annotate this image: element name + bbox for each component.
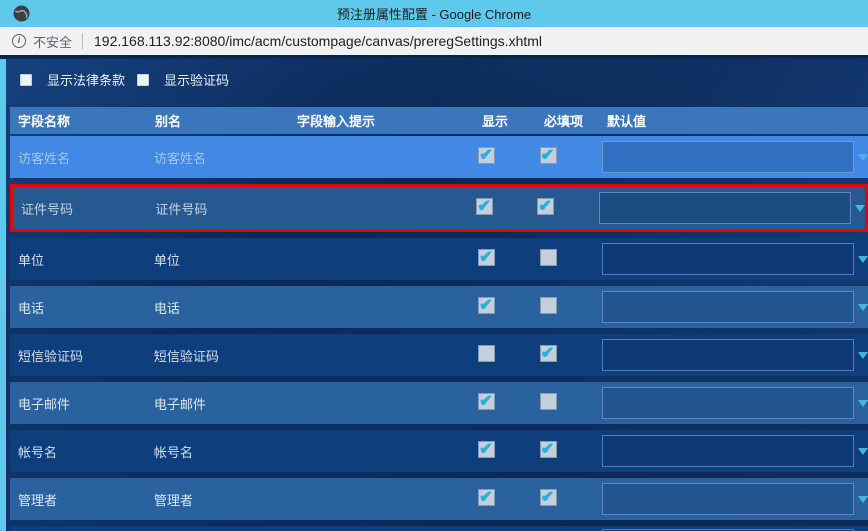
titlebar: 预注册属性配置 - Google Chrome <box>0 0 868 27</box>
checkbox-unchecked-icon[interactable] <box>20 73 32 86</box>
dropdown-arrow-icon[interactable] <box>857 447 868 455</box>
default-value-input[interactable] <box>599 192 851 224</box>
required-checkbox[interactable]: ✔ <box>539 441 557 458</box>
default-value-input[interactable] <box>601 339 854 371</box>
check-icon: ✔ <box>540 345 554 362</box>
required-checkbox[interactable]: ✔ <box>539 297 557 314</box>
header-cell-display: 显示 <box>482 114 509 129</box>
check-icon: ✔ <box>540 489 554 506</box>
info-icon[interactable]: i <box>12 34 26 48</box>
settings-table: 字段名称 别名 字段输入提示 显示 必填项 默认值 访客姓名 访客姓名 ✔ ✔ … <box>10 107 868 531</box>
cell-field-name: 电话 <box>18 300 45 316</box>
check-icon: ✔ <box>479 393 493 410</box>
cell-field-name: 短信验证码 <box>18 348 84 364</box>
security-label[interactable]: 不安全 <box>33 32 72 51</box>
check-icon: ✔ <box>477 198 491 215</box>
default-value-input[interactable] <box>601 291 854 323</box>
table-body: 访客姓名 访客姓名 ✔ ✔ 证件号码 证件号码 ✔ ✔ 单位 单位 ✔ 电话 电… <box>10 136 868 520</box>
check-icon: ✔ <box>479 249 493 266</box>
table-row[interactable]: 管理者 管理者 ✔ ✔ <box>10 478 868 520</box>
page: 显示法律条款 显示验证码 字段名称 别名 字段输入提示 显示 必填项 默认值 访… <box>0 59 868 531</box>
display-checkbox[interactable]: ✔ <box>478 441 496 458</box>
toolbar-checkbox-label: 显示法律条款 <box>47 73 126 88</box>
dropdown-arrow-icon[interactable] <box>857 351 868 359</box>
cell-alias: 电话 <box>153 300 180 316</box>
window-edge-strip <box>0 59 6 531</box>
check-icon: ✔ <box>479 489 493 506</box>
table-row[interactable]: 帐号名 帐号名 ✔ ✔ <box>10 430 868 472</box>
required-checkbox[interactable]: ✔ <box>539 393 557 410</box>
toolbar-checkbox-legal-terms[interactable]: 显示法律条款 <box>20 70 125 89</box>
check-icon: ✔ <box>479 297 493 314</box>
cell-field-name: 单位 <box>18 252 45 268</box>
chrome-globe-icon <box>13 5 30 22</box>
toolbar: 显示法律条款 显示验证码 <box>20 70 229 89</box>
dropdown-arrow-icon[interactable] <box>857 303 868 311</box>
header-cell-alias: 别名 <box>155 114 182 129</box>
required-checkbox[interactable]: ✔ <box>539 489 557 506</box>
check-icon: ✔ <box>538 198 552 215</box>
table-row[interactable]: 电子邮件 电子邮件 ✔ ✔ <box>10 382 868 424</box>
url-text[interactable]: 192.168.113.92:8080/imc/acm/custompage/c… <box>94 33 542 49</box>
address-bar[interactable]: i 不安全 192.168.113.92:8080/imc/acm/custom… <box>0 27 868 57</box>
default-value-input[interactable] <box>601 435 854 467</box>
dropdown-arrow-icon[interactable] <box>857 153 868 161</box>
display-checkbox[interactable]: ✔ <box>478 393 496 410</box>
cell-field-name: 访客姓名 <box>18 150 71 166</box>
check-icon: ✔ <box>540 147 554 164</box>
dropdown-arrow-icon[interactable] <box>857 255 868 263</box>
table-row[interactable]: 电话 电话 ✔ ✔ <box>10 286 868 328</box>
default-value-input[interactable] <box>601 387 854 419</box>
address-separator <box>82 33 84 49</box>
cell-alias: 单位 <box>153 252 180 268</box>
required-checkbox[interactable]: ✔ <box>539 345 557 362</box>
cell-alias: 管理者 <box>153 492 193 508</box>
cell-alias: 帐号名 <box>153 444 193 460</box>
cell-alias: 证件号码 <box>155 201 208 217</box>
cell-field-name: 电子邮件 <box>18 396 71 412</box>
required-checkbox[interactable]: ✔ <box>539 249 557 266</box>
header-cell-field-name: 字段名称 <box>18 114 71 129</box>
display-checkbox[interactable]: ✔ <box>476 198 494 215</box>
table-row[interactable]: 访客姓名 访客姓名 ✔ ✔ <box>10 136 868 178</box>
table-row-partial[interactable] <box>10 526 868 531</box>
required-checkbox[interactable]: ✔ <box>539 147 557 164</box>
table-row[interactable]: 短信验证码 短信验证码 ✔ ✔ <box>10 334 868 376</box>
table-row[interactable]: 单位 单位 ✔ ✔ <box>10 238 868 280</box>
cell-alias: 访客姓名 <box>153 150 206 166</box>
toolbar-checkbox-label: 显示验证码 <box>164 73 230 88</box>
toolbar-checkbox-captcha[interactable]: 显示验证码 <box>137 70 229 89</box>
default-value-input[interactable] <box>601 483 854 515</box>
display-checkbox[interactable]: ✔ <box>478 345 496 362</box>
header-cell-input-hint: 字段输入提示 <box>297 114 376 129</box>
table-row[interactable]: 证件号码 证件号码 ✔ ✔ <box>10 184 868 232</box>
default-value-input[interactable] <box>601 141 854 173</box>
dropdown-arrow-icon[interactable] <box>857 495 868 503</box>
default-value-input[interactable] <box>601 243 854 275</box>
header-cell-default: 默认值 <box>607 114 647 129</box>
display-checkbox[interactable]: ✔ <box>478 249 496 266</box>
check-icon: ✔ <box>479 441 493 458</box>
checkbox-unchecked-icon[interactable] <box>137 73 150 86</box>
cell-alias: 短信验证码 <box>153 348 219 364</box>
cell-alias: 电子邮件 <box>153 396 206 412</box>
display-checkbox[interactable]: ✔ <box>478 147 496 164</box>
check-icon: ✔ <box>540 441 554 458</box>
table-header: 字段名称 别名 字段输入提示 显示 必填项 默认值 <box>10 107 868 134</box>
cell-field-name: 管理者 <box>18 492 58 508</box>
window-title: 预注册属性配置 - Google Chrome <box>336 7 532 22</box>
display-checkbox[interactable]: ✔ <box>478 297 496 314</box>
required-checkbox[interactable]: ✔ <box>537 198 555 215</box>
browser-window: 预注册属性配置 - Google Chrome i 不安全 192.168.11… <box>0 0 868 531</box>
dropdown-arrow-icon[interactable] <box>855 204 865 212</box>
cell-field-name: 帐号名 <box>18 444 58 460</box>
dropdown-arrow-icon[interactable] <box>857 399 868 407</box>
header-cell-required: 必填项 <box>544 114 584 129</box>
cell-field-name: 证件号码 <box>21 201 74 217</box>
check-icon: ✔ <box>479 147 493 164</box>
display-checkbox[interactable]: ✔ <box>478 489 496 506</box>
